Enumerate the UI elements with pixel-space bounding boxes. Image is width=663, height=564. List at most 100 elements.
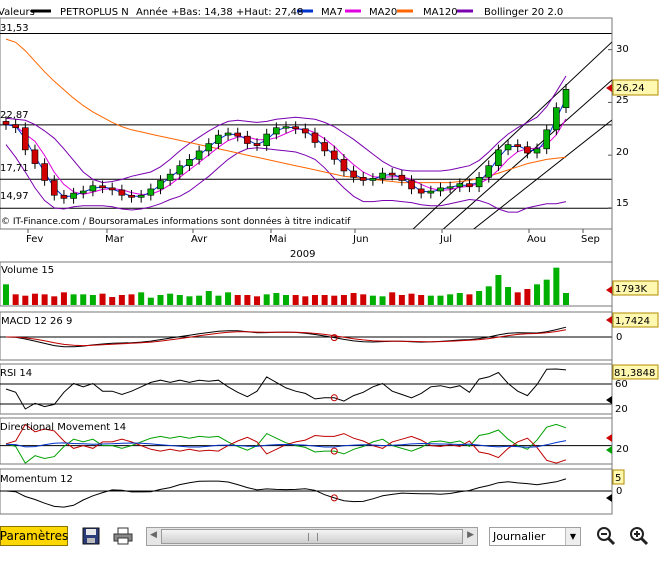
credit-text: © IT-Finance.com / BoursoramaLes informa…	[1, 216, 351, 227]
save-icon[interactable]	[79, 525, 103, 547]
volume-bar	[51, 296, 58, 305]
rsi-title: RSI 14	[0, 368, 32, 379]
zoom-out-icon[interactable]	[594, 525, 618, 547]
header-valeurs: Valeurs	[0, 7, 35, 18]
candle-body	[195, 150, 203, 160]
candle-body	[157, 180, 164, 190]
y-tick-20: 20	[616, 147, 629, 158]
period-select[interactable]: Journalier ▼	[489, 527, 581, 546]
momentum-value: 5	[615, 473, 621, 484]
volume-bar	[205, 291, 212, 305]
candle-body	[437, 187, 444, 192]
candle-body	[456, 183, 464, 188]
macd-value: 1,7424	[615, 316, 650, 327]
volume-bar	[369, 295, 376, 305]
candle-body	[215, 134, 222, 144]
candle-body	[224, 132, 232, 136]
volume-bar	[273, 293, 280, 305]
volume-bar	[466, 294, 473, 305]
volume-bar	[99, 293, 106, 305]
candle-body	[543, 129, 550, 150]
volume-bar	[321, 295, 328, 305]
legend-ma7: MA7	[321, 7, 343, 18]
volume-bar	[186, 296, 193, 305]
candle-body	[398, 174, 406, 181]
candle-body	[562, 89, 570, 108]
candle-body	[273, 127, 280, 135]
candle-body	[495, 149, 502, 166]
candle-body	[388, 172, 396, 176]
candle-body	[176, 165, 184, 175]
chevron-down-icon[interactable]: ▼	[565, 528, 580, 545]
volume-bar	[176, 295, 183, 305]
scroll-left-icon[interactable]: ◀	[150, 530, 157, 540]
candle-body	[147, 188, 155, 196]
legend-bollinger: Bollinger 20 2.0	[484, 7, 563, 18]
rsi-value: 81,3848	[614, 368, 655, 379]
candle-body	[166, 173, 174, 181]
candle-body	[330, 150, 338, 160]
candle-body	[379, 172, 386, 179]
x-label-fev: Fev	[26, 234, 43, 245]
volume-bar	[225, 292, 232, 305]
volume-bar	[437, 295, 444, 305]
level-label-2: 22,87	[0, 110, 29, 121]
legend-ma120: MA120	[423, 7, 458, 18]
candle-body	[321, 142, 328, 152]
candle-body	[446, 186, 454, 189]
candle-body	[108, 187, 116, 191]
volume-bar	[427, 295, 434, 305]
parametres-button[interactable]: Paramètres	[0, 526, 68, 546]
candle-body	[263, 133, 270, 146]
candle-body	[79, 190, 87, 194]
price-panel	[0, 17, 613, 230]
candle-body	[2, 121, 10, 125]
candle-body	[22, 127, 29, 151]
volume-bar	[514, 292, 521, 305]
period-select-value: Journalier	[493, 530, 546, 543]
candle-body	[282, 126, 290, 129]
volume-bar	[283, 295, 289, 305]
volume-bar	[360, 294, 367, 305]
candle-body	[89, 185, 97, 192]
print-icon[interactable]	[111, 525, 135, 547]
candle-body	[350, 170, 357, 178]
volume-bar	[543, 279, 550, 305]
y-tick-30: 30	[616, 44, 629, 55]
candle-body	[475, 177, 483, 188]
rsi-panel	[0, 363, 613, 415]
x-label-jun: Jun	[352, 234, 369, 245]
candle-body	[466, 183, 473, 188]
rsi-tick-20: 20	[615, 404, 628, 415]
volume-bar	[128, 294, 135, 305]
volume-bar	[80, 294, 87, 305]
candle-body	[205, 143, 213, 152]
candle-body	[504, 144, 512, 151]
volume-bar	[157, 295, 164, 305]
zoom-in-icon[interactable]	[627, 525, 651, 547]
level-label-1: 31,53	[0, 23, 29, 34]
candle-body	[99, 185, 106, 189]
volume-bar	[524, 289, 531, 305]
volume-bar	[553, 267, 560, 305]
candle-body	[128, 194, 135, 198]
candle-body	[234, 132, 242, 137]
candle-body	[417, 188, 425, 194]
volume-bar	[408, 293, 415, 305]
x-label-mai: Mai	[269, 234, 287, 245]
candle-body	[31, 149, 39, 164]
volume-bar	[476, 291, 483, 305]
volume-bar	[254, 296, 261, 305]
volume-bar	[418, 295, 425, 305]
header-symbol: PETROPLUS N	[60, 7, 129, 18]
candle-body	[70, 192, 77, 199]
candle-body	[292, 126, 299, 130]
candle-body	[244, 135, 251, 144]
time-scrollbar[interactable]: ◀ ▶	[146, 527, 478, 546]
header-range: Année +Bas: 14,38 +Haut: 27,48	[136, 6, 303, 18]
scroll-thumb[interactable]	[161, 529, 463, 544]
scroll-right-icon[interactable]: ▶	[467, 530, 474, 540]
volume-bar	[12, 294, 19, 305]
volume-bar	[196, 295, 203, 305]
volume-bar	[3, 284, 9, 305]
